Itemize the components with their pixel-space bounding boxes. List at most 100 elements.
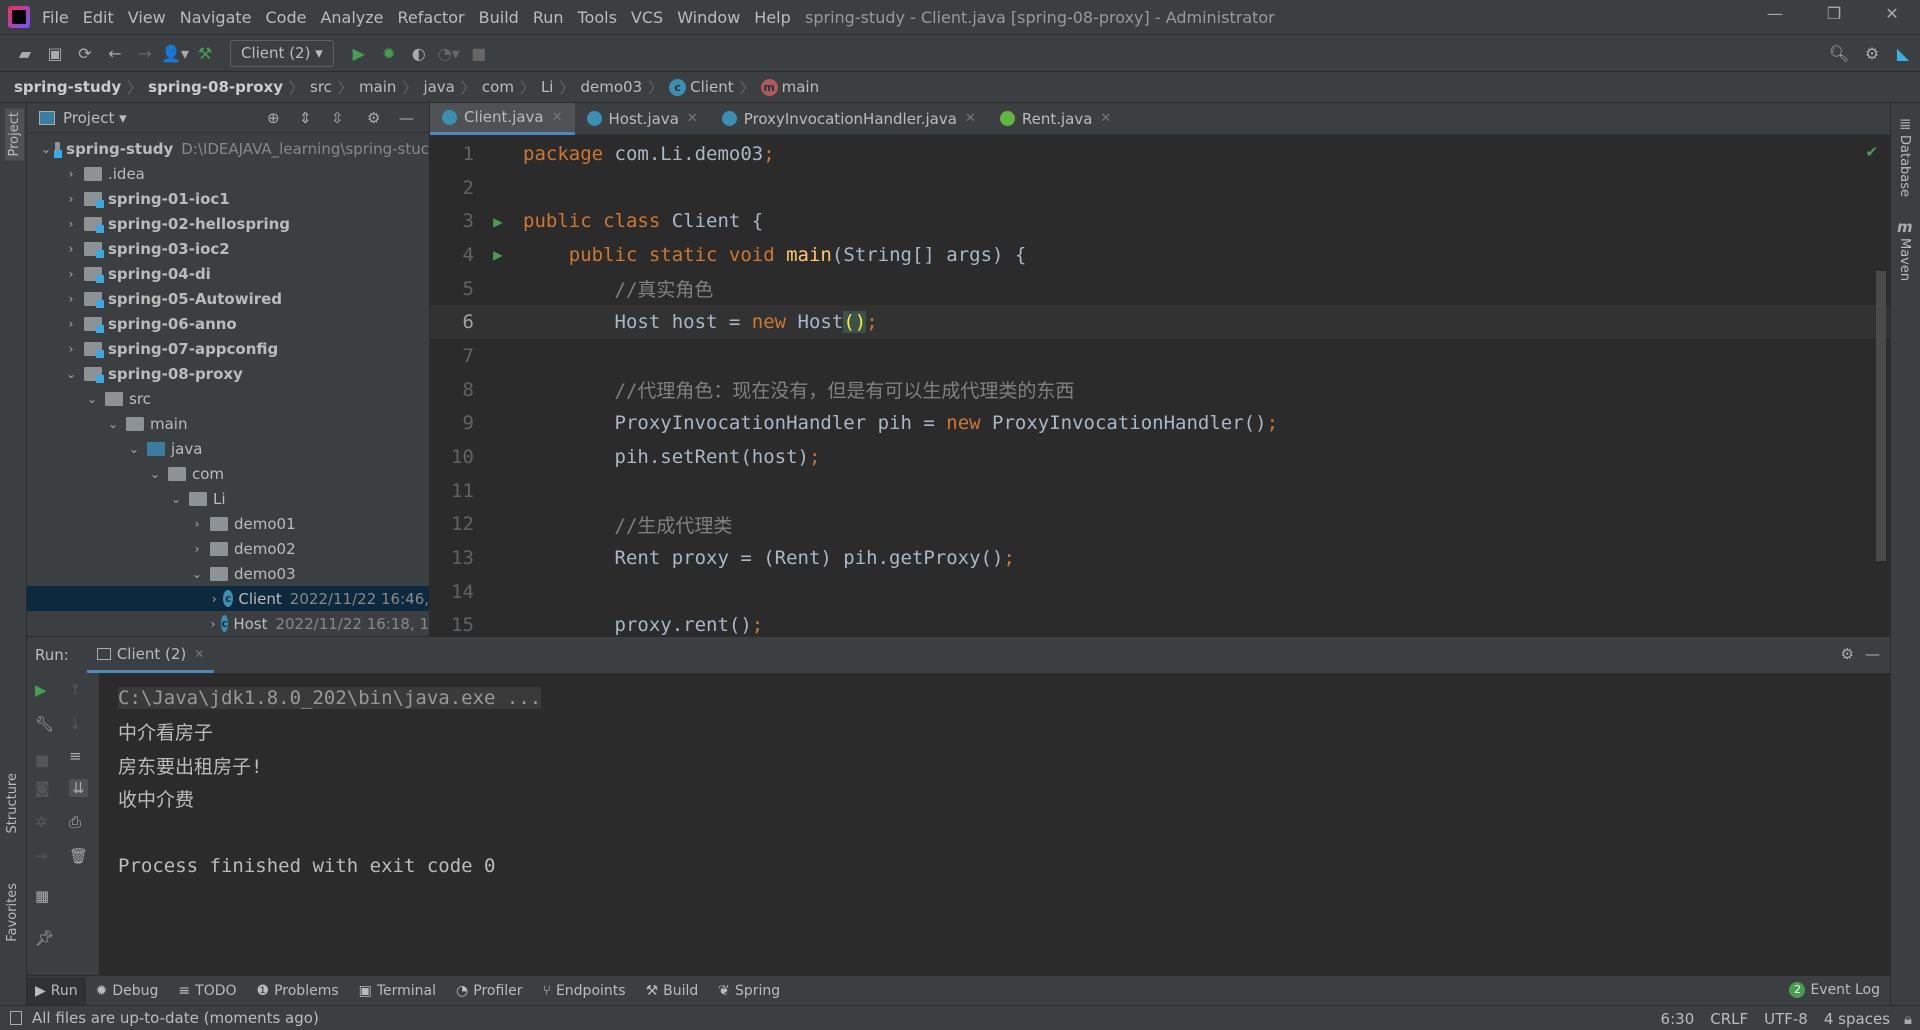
breadcrumb-item[interactable]: java: [423, 78, 454, 96]
expand-all-icon[interactable]: ⇕: [299, 109, 312, 127]
debug-icon[interactable]: ✹: [374, 44, 404, 63]
close-tab-icon[interactable]: ✕: [1100, 111, 1111, 126]
menu-navigate[interactable]: Navigate: [180, 8, 252, 27]
line-separator[interactable]: CRLF: [1710, 1010, 1748, 1028]
breadcrumb-item[interactable]: spring-08-proxy: [148, 78, 283, 96]
editor-tab[interactable]: Rent.java ✕: [988, 103, 1123, 135]
hide-run-panel-icon[interactable]: —: [1865, 645, 1880, 663]
chevron-right-icon[interactable]: ›: [62, 342, 80, 356]
menu-view[interactable]: View: [128, 8, 166, 27]
tree-item[interactable]: ⌄ demo03: [27, 561, 429, 586]
chevron-down-icon[interactable]: ⌄: [83, 392, 101, 406]
maven-tool-button[interactable]: Maven: [1897, 238, 1912, 281]
tree-item[interactable]: ⌄ spring-08-proxy: [27, 361, 429, 386]
soft-wrap-icon[interactable]: ≡: [69, 747, 82, 765]
editor-tab[interactable]: Host.java ✕: [575, 103, 710, 135]
layout-icon[interactable]: ▦: [35, 887, 49, 905]
chevron-right-icon[interactable]: ›: [62, 267, 80, 281]
editor-scrollbar[interactable]: [1876, 271, 1886, 561]
chevron-right-icon[interactable]: ›: [62, 192, 80, 206]
menu-refactor[interactable]: Refactor: [398, 8, 465, 27]
menu-tools[interactable]: Tools: [578, 8, 617, 27]
tree-item[interactable]: ⌄ spring-study D:\IDEAJAVA_learning\spring…: [27, 136, 429, 161]
chevron-right-icon[interactable]: ›: [62, 292, 80, 306]
caret-position[interactable]: 6:30: [1661, 1010, 1695, 1028]
tool-tab-todo[interactable]: ≡ TODO: [178, 983, 236, 999]
database-tool-button[interactable]: Database: [1897, 135, 1912, 197]
chevron-down-icon[interactable]: ⌄: [62, 367, 80, 381]
profile-icon[interactable]: ◔▾: [434, 44, 464, 63]
panel-toggle-icon[interactable]: [10, 1011, 22, 1025]
tool-tab-run[interactable]: ▶ Run: [27, 976, 86, 1005]
chevron-right-icon[interactable]: ›: [188, 517, 206, 531]
breadcrumb-item[interactable]: demo03: [581, 78, 643, 96]
open-folder-icon[interactable]: ▰: [10, 44, 40, 63]
menu-window[interactable]: Window: [677, 8, 740, 27]
project-view-select[interactable]: Project: [63, 109, 114, 127]
tree-item[interactable]: ⌄ java: [27, 436, 429, 461]
chevron-right-icon[interactable]: ›: [62, 242, 80, 256]
chevron-down-icon[interactable]: ⌄: [188, 567, 206, 581]
run-tab[interactable]: Client (2) ✕: [86, 637, 215, 673]
chevron-down-icon[interactable]: ⌄: [167, 492, 185, 506]
camera-icon[interactable]: ◙: [35, 779, 50, 797]
close-tab-icon[interactable]: ✕: [687, 111, 698, 126]
breadcrumb-item[interactable]: spring-study: [14, 78, 121, 96]
search-icon[interactable]: 🔍︎: [1824, 44, 1854, 63]
breadcrumb-item[interactable]: main: [359, 78, 396, 96]
chevron-right-icon[interactable]: ›: [62, 317, 80, 331]
tool-tab-build[interactable]: ⚒ Build: [646, 983, 699, 999]
chevron-right-icon[interactable]: ›: [62, 217, 80, 231]
run-gutter-icon[interactable]: ▶: [478, 245, 518, 264]
forward-icon[interactable]: →: [130, 44, 160, 63]
coverage-icon[interactable]: ◐: [404, 44, 434, 63]
run-icon[interactable]: ▶: [344, 44, 374, 63]
tree-item[interactable]: › demo01: [27, 511, 429, 536]
breadcrumb-item[interactable]: Client: [690, 78, 733, 96]
tree-item[interactable]: › spring-06-anno: [27, 311, 429, 336]
tree-item[interactable]: › c Host 2022/11/22 16:18, 1: [27, 611, 429, 636]
back-icon[interactable]: ←: [100, 44, 130, 63]
down-icon[interactable]: ↓: [69, 715, 82, 733]
editor-tab[interactable]: Client.java ✕: [430, 102, 575, 135]
chevron-right-icon[interactable]: ›: [188, 542, 206, 556]
editor-tab[interactable]: ProxyInvocationHandler.java ✕: [710, 103, 988, 135]
settings-gear-icon[interactable]: ⚙: [1857, 44, 1887, 63]
tool-tab-spring[interactable]: ❦ Spring: [718, 983, 780, 999]
exit-icon[interactable]: ⇥: [35, 847, 48, 865]
stop-icon[interactable]: ■: [35, 751, 49, 769]
chevron-down-icon[interactable]: ⌄: [125, 442, 143, 456]
breadcrumb-item[interactable]: main: [782, 78, 819, 96]
tool-tab-endpoints[interactable]: ⑂ Endpoints: [543, 983, 626, 999]
locate-icon[interactable]: ⊕: [267, 109, 280, 127]
tree-item[interactable]: › demo02: [27, 536, 429, 561]
chevron-down-icon[interactable]: ⌄: [41, 142, 51, 156]
chevron-down-icon[interactable]: ⌄: [104, 417, 122, 431]
project-settings-icon[interactable]: ⚙: [367, 109, 380, 127]
save-icon[interactable]: ▣: [40, 44, 70, 63]
run-settings-icon[interactable]: ⚙: [1841, 645, 1854, 663]
up-icon[interactable]: ↑: [69, 681, 82, 699]
console-output[interactable]: C:\Java\jdk1.8.0_202\bin\java.exe ... 中介看…: [100, 673, 1890, 976]
structure-tool-button[interactable]: Structure: [5, 773, 20, 833]
tree-item[interactable]: ⌄ com: [27, 461, 429, 486]
tree-item[interactable]: › spring-02-hellospring: [27, 211, 429, 236]
menu-code[interactable]: Code: [266, 8, 307, 27]
pin-icon[interactable]: 📌︎: [35, 929, 54, 947]
settings-icon[interactable]: ✲: [35, 813, 48, 831]
tool-tab-debug[interactable]: ✹ Debug: [96, 983, 159, 999]
tree-item[interactable]: › spring-05-Autowired: [27, 286, 429, 311]
menu-edit[interactable]: Edit: [83, 8, 114, 27]
hide-panel-icon[interactable]: —: [399, 109, 414, 127]
chevron-down-icon[interactable]: ⌄: [146, 467, 164, 481]
tree-item[interactable]: › spring-01-ioc1: [27, 186, 429, 211]
scroll-to-end-icon[interactable]: ⇊: [69, 779, 88, 797]
breadcrumb-item[interactable]: Li: [541, 78, 554, 96]
collapse-all-icon[interactable]: ⇳: [331, 109, 344, 127]
menu-analyze[interactable]: Analyze: [320, 8, 383, 27]
restore-button[interactable]: ❐: [1814, 4, 1854, 30]
stop-icon[interactable]: ■: [464, 44, 494, 63]
project-tool-button[interactable]: Project: [5, 108, 24, 161]
tree-item[interactable]: › .idea: [27, 161, 429, 186]
print-icon[interactable]: ⎙: [69, 813, 81, 831]
